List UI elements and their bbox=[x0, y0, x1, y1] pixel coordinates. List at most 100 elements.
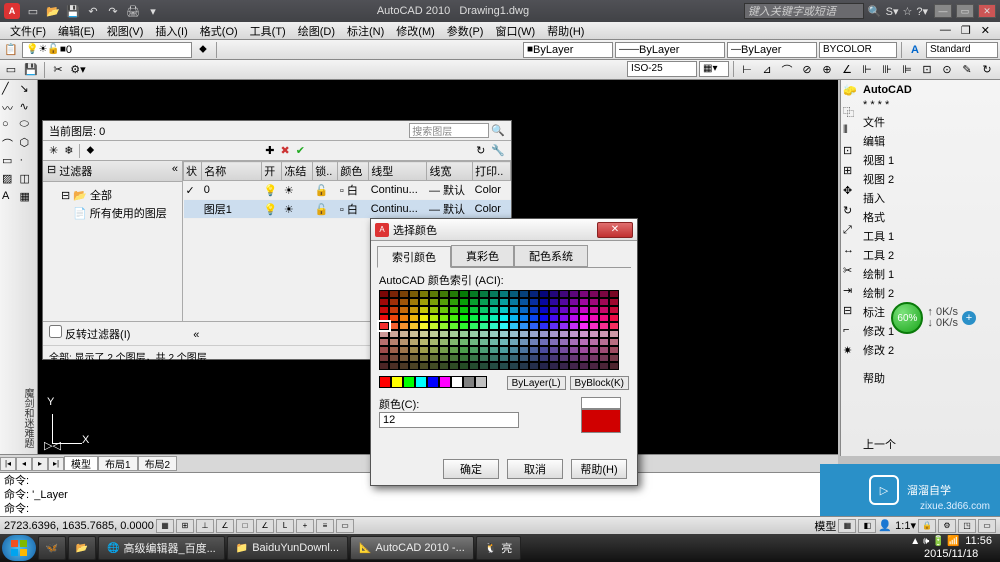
system-tray[interactable]: ▲ 🕪 🔋 📶 11:562015/11/18 bbox=[904, 535, 998, 561]
aci-swatch[interactable] bbox=[449, 338, 459, 346]
aci-swatch[interactable] bbox=[439, 290, 449, 298]
aci-swatch[interactable] bbox=[559, 314, 569, 322]
aci-swatch[interactable] bbox=[489, 298, 499, 306]
aci-swatch[interactable] bbox=[419, 346, 429, 354]
plotstyle-dropdown[interactable]: BYCOLOR bbox=[819, 42, 897, 58]
aci-swatch[interactable] bbox=[509, 314, 519, 322]
continue-dim-icon[interactable]: ⊫ bbox=[898, 61, 916, 79]
aci-swatch[interactable] bbox=[499, 362, 509, 370]
filter-all[interactable]: ⊟ 📂 全部 bbox=[49, 186, 176, 204]
aci-swatch[interactable] bbox=[479, 306, 489, 314]
favorite-icon[interactable]: ☆ bbox=[902, 5, 912, 18]
aci-swatch[interactable] bbox=[549, 314, 559, 322]
aci-swatch[interactable] bbox=[439, 354, 449, 362]
ellipse-icon[interactable]: ⬭ bbox=[20, 118, 34, 132]
aci-swatch[interactable] bbox=[509, 290, 519, 298]
aci-swatch[interactable] bbox=[529, 346, 539, 354]
aci-swatch[interactable] bbox=[409, 346, 419, 354]
aci-swatch[interactable] bbox=[579, 330, 589, 338]
aci-swatch[interactable] bbox=[429, 362, 439, 370]
dim-update-icon[interactable]: ↻ bbox=[978, 61, 996, 79]
quick-dim-icon[interactable]: ⊩ bbox=[858, 61, 876, 79]
aci-swatch[interactable] bbox=[589, 298, 599, 306]
aci-swatch[interactable] bbox=[469, 362, 479, 370]
aci-swatch[interactable] bbox=[399, 338, 409, 346]
circle-icon[interactable]: ○ bbox=[2, 118, 16, 132]
taskbar-item-2[interactable]: 📁 BaiduYunDownl... bbox=[227, 536, 348, 560]
aci-swatch[interactable] bbox=[479, 314, 489, 322]
tab-model[interactable]: 模型 bbox=[64, 456, 98, 471]
aci-swatch[interactable] bbox=[489, 362, 499, 370]
aci-swatch[interactable] bbox=[409, 330, 419, 338]
aci-swatch[interactable] bbox=[429, 290, 439, 298]
aci-swatch[interactable] bbox=[519, 290, 529, 298]
aci-swatch[interactable] bbox=[489, 314, 499, 322]
menu-edit[interactable]: 编辑(E) bbox=[54, 23, 99, 39]
aci-swatch[interactable] bbox=[559, 322, 569, 330]
ray-icon[interactable]: ↘ bbox=[20, 82, 34, 96]
aci-swatch[interactable] bbox=[379, 322, 389, 330]
workspace-icon[interactable]: ⚙▾ bbox=[69, 61, 87, 79]
panel-break-icon[interactable]: ⊟ bbox=[843, 304, 857, 318]
aci-swatch[interactable] bbox=[509, 346, 519, 354]
otrack-toggle[interactable]: ∠ bbox=[256, 519, 274, 533]
aci-swatch[interactable] bbox=[529, 290, 539, 298]
arc-icon[interactable]: ⌒ bbox=[2, 136, 16, 150]
aci-swatch[interactable] bbox=[379, 298, 389, 306]
tab-true-color[interactable]: 真彩色 bbox=[451, 245, 514, 267]
aci-swatch[interactable] bbox=[409, 322, 419, 330]
close-button[interactable]: ✕ bbox=[978, 4, 996, 18]
aci-swatch[interactable] bbox=[379, 338, 389, 346]
aci-swatch[interactable] bbox=[439, 314, 449, 322]
aci-swatch[interactable] bbox=[409, 338, 419, 346]
tab-layout2[interactable]: 布局2 bbox=[138, 456, 178, 471]
aci-swatch[interactable] bbox=[519, 354, 529, 362]
aci-swatch[interactable] bbox=[439, 330, 449, 338]
aci-swatch[interactable] bbox=[599, 346, 609, 354]
panel-extend-icon[interactable]: ⇥ bbox=[843, 284, 857, 298]
aci-swatch[interactable] bbox=[459, 354, 469, 362]
aci-swatch[interactable] bbox=[519, 338, 529, 346]
aci-swatch[interactable] bbox=[479, 346, 489, 354]
layer-states-icon[interactable]: ⬥ bbox=[194, 41, 212, 59]
aci-swatch[interactable] bbox=[499, 330, 509, 338]
aci-swatch[interactable] bbox=[449, 290, 459, 298]
aci-swatch[interactable] bbox=[559, 330, 569, 338]
aci-swatch[interactable] bbox=[399, 298, 409, 306]
tab-last-icon[interactable]: ▸| bbox=[48, 457, 64, 471]
aci-swatch[interactable] bbox=[459, 314, 469, 322]
center-mark-icon[interactable]: ⊙ bbox=[938, 61, 956, 79]
aci-swatch[interactable] bbox=[569, 298, 579, 306]
panel-mirror-icon[interactable]: ⦀ bbox=[843, 124, 857, 138]
aci-swatch[interactable] bbox=[399, 330, 409, 338]
panel-fillet-icon[interactable]: ⌐ bbox=[843, 324, 857, 338]
aci-swatch[interactable] bbox=[449, 346, 459, 354]
aci-swatch[interactable] bbox=[379, 290, 389, 298]
aci-swatch[interactable] bbox=[389, 346, 399, 354]
aci-swatch[interactable] bbox=[489, 338, 499, 346]
basic-color-swatch[interactable] bbox=[451, 376, 463, 388]
new-layer-icon[interactable]: ✳ bbox=[49, 144, 58, 157]
aci-swatch[interactable] bbox=[419, 338, 429, 346]
menu-file[interactable]: 文件(F) bbox=[6, 23, 50, 39]
status-model[interactable]: 模型 bbox=[814, 518, 836, 534]
tab-color-books[interactable]: 配色系统 bbox=[514, 245, 588, 267]
aci-swatch[interactable] bbox=[509, 298, 519, 306]
tab-layout1[interactable]: 布局1 bbox=[98, 456, 138, 471]
aci-swatch[interactable] bbox=[499, 298, 509, 306]
dyn-toggle[interactable]: + bbox=[296, 519, 314, 533]
ortho-toggle[interactable]: ⊥ bbox=[196, 519, 214, 533]
region-icon[interactable]: ◫ bbox=[20, 172, 34, 186]
aci-swatch[interactable] bbox=[559, 298, 569, 306]
aci-swatch[interactable] bbox=[469, 306, 479, 314]
table-style-icon[interactable]: ▦▾ bbox=[699, 61, 729, 77]
aci-swatch[interactable] bbox=[479, 338, 489, 346]
aci-swatch[interactable] bbox=[589, 314, 599, 322]
aci-swatch[interactable] bbox=[559, 290, 569, 298]
col-state[interactable]: 状 bbox=[184, 162, 202, 181]
aci-swatch[interactable] bbox=[509, 306, 519, 314]
polygon-icon[interactable]: ⬡ bbox=[20, 136, 34, 150]
open-icon[interactable]: 📂 bbox=[44, 3, 62, 19]
aci-swatch[interactable] bbox=[429, 354, 439, 362]
point-icon[interactable]: · bbox=[20, 154, 34, 168]
